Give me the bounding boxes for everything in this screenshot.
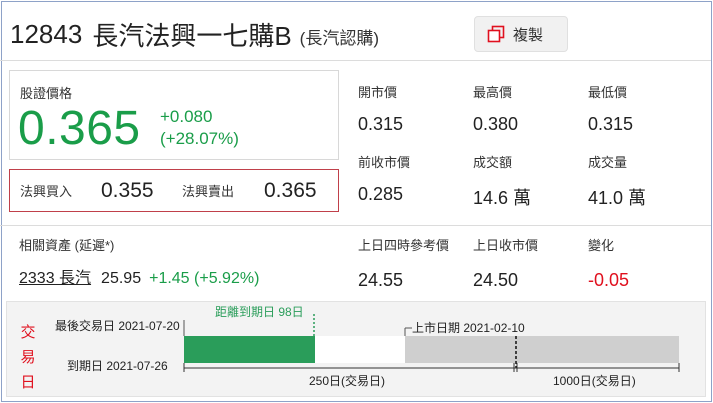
stat-open-value: 0.315: [358, 114, 404, 134]
timeline-days-label: 距離到期日 98日: [215, 305, 304, 319]
stat-prev-close-label: 前收市價: [358, 155, 411, 170]
stat-prev-day-close-label: 上日收市價: [473, 238, 539, 253]
stat-high: 最高價 0.380: [473, 82, 518, 135]
timeline-graphic: 最後交易日 2021-07-20 距離到期日 98日 上市日期 2021-02-…: [55, 305, 680, 388]
stat-low-label: 最低價: [588, 85, 628, 100]
related-asset-change: +1.45 (+5.92%): [149, 270, 260, 287]
copy-button[interactable]: 複製: [474, 16, 568, 52]
stat-prev-close: 前收市價 0.285: [358, 152, 410, 205]
timeline-last-trade-label: 最後交易日 2021-07-20: [55, 318, 180, 333]
ask-value-wrap: 0.365: [264, 170, 317, 211]
stat-ref-4pm-label: 上日四時參考價: [358, 238, 450, 253]
stat-open-label: 開市價: [358, 85, 398, 100]
price-label: 股證價格: [20, 86, 73, 101]
stat-low: 最低價 0.315: [588, 82, 633, 135]
bid-value: 0.355: [101, 178, 154, 202]
stat-turnover-value: 14.6 萬: [473, 188, 532, 208]
stat-turnover: 成交額 14.6 萬: [473, 152, 531, 210]
stat-high-value: 0.380: [473, 114, 519, 134]
price-value: 0.365: [18, 102, 141, 155]
price-change: +0.080: [160, 107, 213, 126]
stat-ref-4pm: 上日四時參考價 24.55: [358, 235, 449, 291]
trading-timeline: 交易日 最後交易日 2021-07-20 距離到期日 98日 上市日期 2021…: [6, 301, 706, 397]
copy-icon: [487, 25, 505, 43]
warrant-code: 12843: [10, 18, 83, 49]
timeline-tick-1000-label: 1000日(交易日): [553, 373, 636, 388]
bid-ask-panel: 法興買入 0.355 法興賣出 0.365: [9, 169, 339, 212]
ask-value: 0.365: [264, 178, 317, 202]
timeline-after-bar: [405, 336, 679, 363]
stat-open: 開市價 0.315: [358, 82, 403, 135]
bid-label: 法興買入: [20, 184, 73, 199]
stat-ref-4pm-value: 24.55: [358, 270, 404, 290]
stat-prev-day-close: 上日收市價 24.50: [473, 235, 538, 291]
stat-turnover-label: 成交額: [473, 155, 513, 170]
page-title: 12843 長汽法興一七購B (長汽認購): [10, 14, 379, 54]
timeline-tick-250-label: 250日(交易日): [309, 373, 385, 388]
stat-change: 變化 -0.05: [588, 235, 629, 291]
stat-low-value: 0.315: [588, 114, 634, 134]
stat-volume-label: 成交量: [588, 155, 628, 170]
timeline-listing-label: 上市日期 2021-02-10: [412, 320, 525, 335]
stat-change-label: 變化: [588, 238, 615, 253]
price-panel: 股證價格 0.365 +0.080 (+28.07%): [9, 70, 339, 160]
stat-volume-value: 41.0 萬: [588, 188, 647, 208]
divider: [0, 60, 711, 61]
warrant-name: 長汽法興一七購B: [92, 20, 292, 51]
related-asset-row: 2333 長汽 25.95 +1.45 (+5.92%): [19, 264, 259, 288]
related-asset-price: 25.95: [101, 270, 142, 287]
stat-high-label: 最高價: [473, 85, 513, 100]
related-asset-link[interactable]: 2333 長汽: [19, 264, 91, 288]
stat-change-value: -0.05: [588, 270, 630, 290]
divider: [0, 225, 711, 226]
stat-prev-day-close-value: 24.50: [473, 270, 519, 290]
timeline-elapsed-bar: [184, 336, 315, 363]
ask-group: 法興賣出: [182, 170, 234, 211]
stat-volume: 成交量 41.0 萬: [588, 152, 646, 210]
ask-label: 法興賣出: [182, 184, 235, 199]
stat-prev-close-value: 0.285: [358, 184, 404, 204]
timeline-remaining-bar: [315, 336, 405, 363]
warrant-subtitle: (長汽認購): [299, 28, 379, 48]
bid-value-wrap: 0.355: [101, 170, 154, 211]
copy-label: 複製: [513, 26, 544, 44]
related-asset-label: 相關資產 (延遲*): [19, 238, 115, 253]
price-change-pct: (+28.07%): [160, 129, 239, 148]
bid-group: 法興買入: [20, 170, 72, 211]
timeline-expiry-label: 到期日 2021-07-26: [67, 359, 168, 373]
